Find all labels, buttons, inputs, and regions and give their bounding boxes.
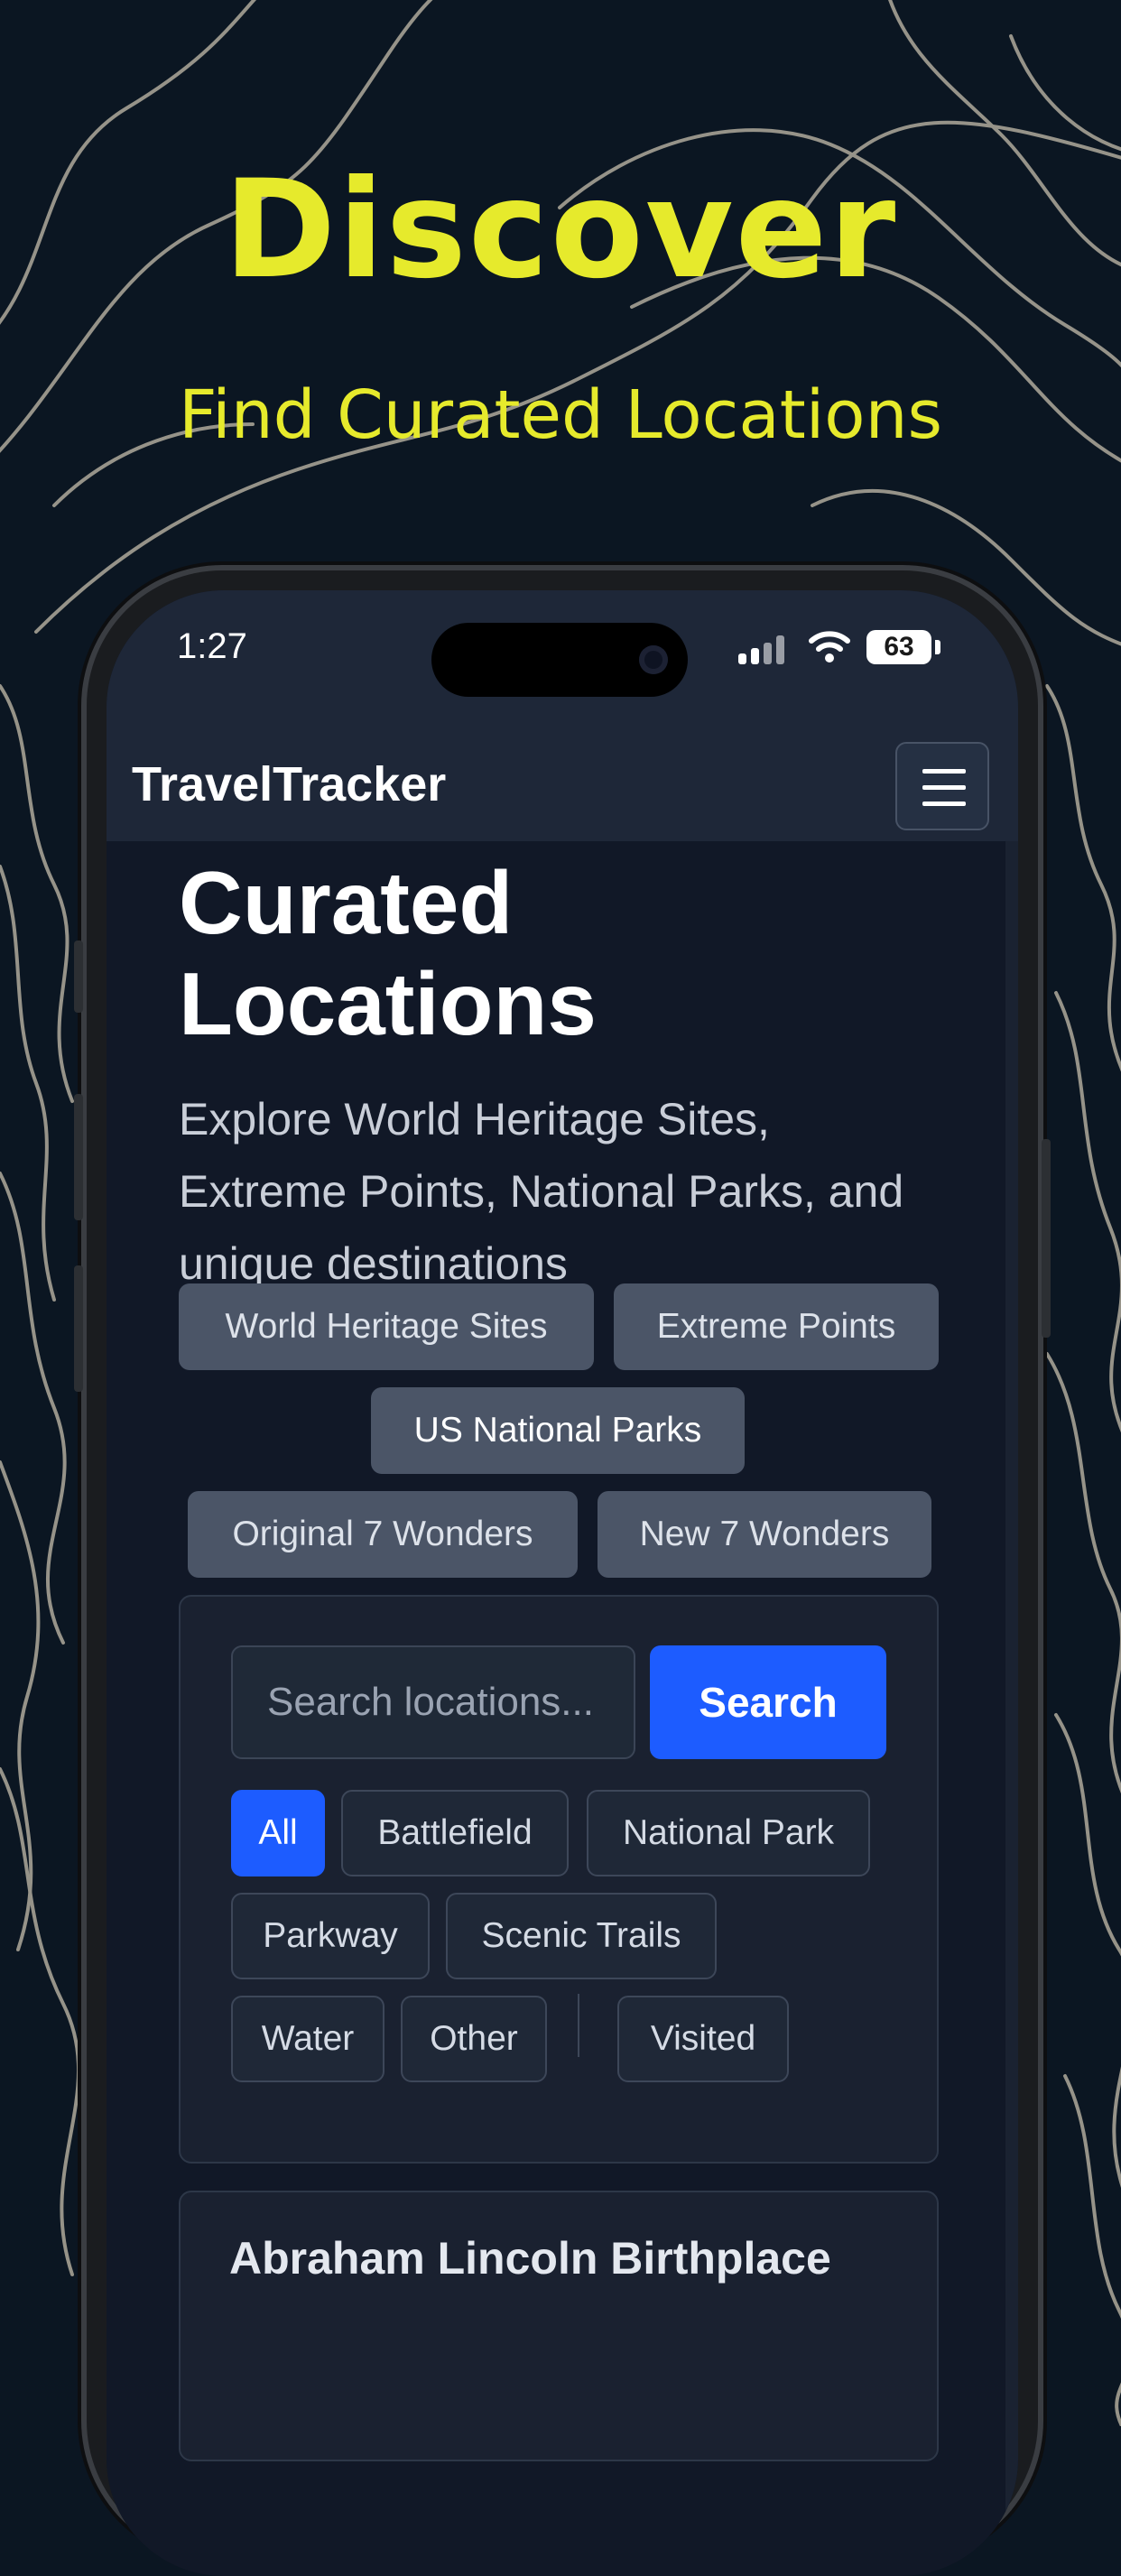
- phone-volume-up-button: [74, 1094, 83, 1220]
- status-time: 1:27: [177, 626, 247, 666]
- page-title: Curated Locations: [179, 853, 597, 1053]
- front-camera-icon: [639, 645, 668, 674]
- filter-battlefield[interactable]: Battlefield: [341, 1790, 569, 1876]
- status-bar: 1:27 63: [107, 590, 1018, 726]
- filter-all[interactable]: All: [231, 1790, 325, 1876]
- filter-scenic-trails[interactable]: Scenic Trails: [446, 1893, 717, 1979]
- app-navbar: TravelTracker: [107, 726, 1018, 841]
- collection-original-7-wonders[interactable]: Original 7 Wonders: [188, 1491, 578, 1578]
- hamburger-menu-icon[interactable]: [895, 742, 989, 830]
- phone-frame: 1:27 63 TravelTracker Curated Locations …: [74, 570, 1051, 2576]
- search-input[interactable]: Search locations...: [231, 1645, 635, 1759]
- location-card-title[interactable]: Abraham Lincoln Birthplace: [229, 2232, 831, 2284]
- phone-screen: 1:27 63 TravelTracker Curated Locations …: [107, 590, 1018, 2576]
- search-filter-card: Search locations... Search All Battlefie…: [179, 1595, 939, 2164]
- filter-parkway[interactable]: Parkway: [231, 1893, 430, 1979]
- page-description: Explore World Heritage Sites, Extreme Po…: [179, 1094, 904, 1289]
- phone-power-button: [1042, 1139, 1051, 1338]
- collection-extreme-points[interactable]: Extreme Points: [614, 1283, 939, 1370]
- phone-action-button: [74, 941, 83, 1013]
- filter-visited[interactable]: Visited: [617, 1996, 789, 2082]
- filter-national-park[interactable]: National Park: [587, 1790, 870, 1876]
- wifi-icon: [809, 631, 850, 663]
- collection-us-national-parks[interactable]: US National Parks: [371, 1387, 745, 1474]
- promo-title: Discover: [223, 152, 898, 309]
- battery-level: 63: [866, 630, 931, 664]
- collection-world-heritage-sites[interactable]: World Heritage Sites: [179, 1283, 594, 1370]
- filter-water[interactable]: Water: [231, 1996, 384, 2082]
- battery-icon: [935, 640, 940, 654]
- filter-divider: [578, 1994, 579, 2057]
- brand-logo-text[interactable]: TravelTracker: [132, 756, 446, 812]
- main-content: Curated Locations Explore World Heritage…: [107, 841, 1018, 2556]
- scrollbar[interactable]: [1005, 841, 1018, 2556]
- phone-volume-down-button: [74, 1265, 83, 1392]
- location-card[interactable]: Abraham Lincoln Birthplace: [179, 2191, 939, 2461]
- search-button[interactable]: Search: [650, 1645, 886, 1759]
- dynamic-island: [431, 623, 688, 697]
- promo-subtitle: Find Curated Locations: [178, 376, 943, 454]
- filter-other[interactable]: Other: [401, 1996, 547, 2082]
- collection-new-7-wonders[interactable]: New 7 Wonders: [598, 1491, 931, 1578]
- cellular-signal-icon: [738, 634, 794, 664]
